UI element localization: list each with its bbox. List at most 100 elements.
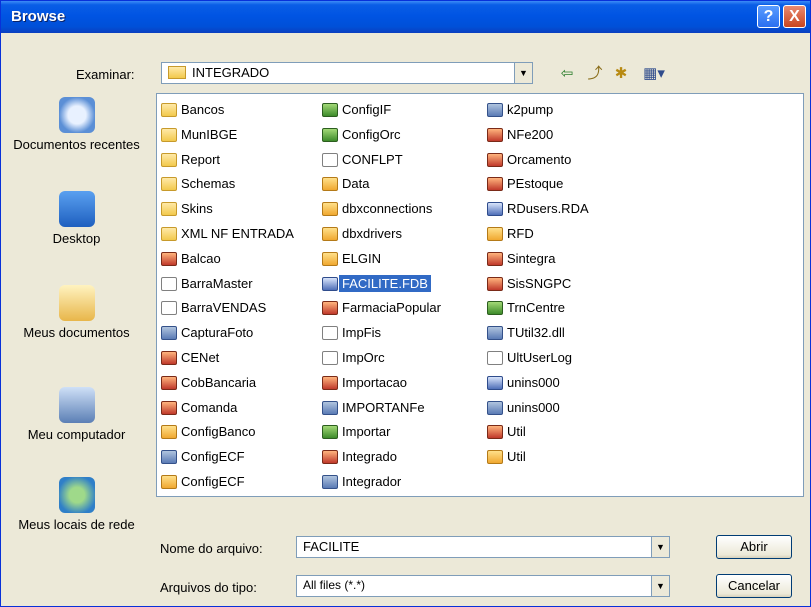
- file-item[interactable]: Importar: [320, 420, 441, 445]
- file-item[interactable]: Report: [159, 148, 294, 173]
- help-button[interactable]: ?: [757, 5, 780, 28]
- place-my-documents[interactable]: Meus documentos: [4, 285, 149, 341]
- file-icon: [161, 251, 177, 266]
- file-name: Skins: [181, 201, 213, 217]
- close-button[interactable]: X: [783, 5, 806, 28]
- file-item[interactable]: FarmaciaPopular: [320, 296, 441, 321]
- file-name: FACILITE.FDB: [339, 274, 431, 292]
- network-places-icon: [58, 477, 95, 513]
- chevron-down-icon[interactable]: ▼: [514, 63, 532, 83]
- filetype-dropdown[interactable]: All files (*.*) ▼: [296, 575, 670, 597]
- place-my-computer[interactable]: Meu computador: [4, 387, 149, 443]
- file-item[interactable]: XML NF ENTRADA: [159, 222, 294, 247]
- place-desktop[interactable]: Desktop: [4, 191, 149, 247]
- file-item[interactable]: Bancos: [159, 98, 294, 123]
- file-item[interactable]: Balcao: [159, 247, 294, 272]
- file-item[interactable]: CENet: [159, 346, 294, 371]
- file-name: Importar: [342, 424, 391, 440]
- file-item[interactable]: dbxdrivers: [320, 222, 441, 247]
- file-item[interactable]: TrnCentre: [485, 296, 589, 321]
- file-item[interactable]: SisSNGPC: [485, 272, 589, 297]
- file-item[interactable]: PEstoque: [485, 172, 589, 197]
- file-icon: [322, 276, 338, 291]
- file-item[interactable]: Integrador: [320, 470, 441, 495]
- file-item[interactable]: BarraMaster: [159, 272, 294, 297]
- back-icon[interactable]: ⇦: [557, 65, 577, 83]
- file-item[interactable]: Util: [485, 445, 589, 470]
- file-column-1: Bancos MunIBGE Report Schemas Skins XML NF EN…: [159, 98, 294, 495]
- file-item[interactable]: UltUserLog: [485, 346, 589, 371]
- file-name: unins000: [507, 374, 560, 390]
- file-item[interactable]: IMPORTANFe: [320, 396, 441, 421]
- file-item[interactable]: CONFLPT: [320, 148, 441, 173]
- place-network[interactable]: Meus locais de rede: [4, 477, 149, 533]
- view-menu-icon[interactable]: ▦▾: [639, 65, 669, 83]
- open-button[interactable]: Abrir: [716, 535, 792, 559]
- file-item[interactable]: TUtil32.dll: [485, 321, 589, 346]
- file-item[interactable]: k2pump: [485, 98, 589, 123]
- file-item[interactable]: Schemas: [159, 172, 294, 197]
- file-item[interactable]: ConfigECF: [159, 470, 294, 495]
- file-item[interactable]: CapturaFoto: [159, 321, 294, 346]
- file-icon: [487, 103, 503, 117]
- folder-icon: [161, 177, 177, 192]
- file-name: CONFLPT: [342, 151, 403, 167]
- lookin-dropdown[interactable]: INTEGRADO ▼: [161, 62, 533, 84]
- file-item[interactable]: RFD: [485, 222, 589, 247]
- file-item[interactable]: ConfigIF: [320, 98, 441, 123]
- file-name: Comanda: [181, 399, 238, 415]
- chevron-down-icon[interactable]: ▼: [651, 537, 669, 557]
- file-icon: [487, 400, 503, 415]
- file-item[interactable]: Sintegra: [485, 247, 589, 272]
- folder-icon: [161, 226, 177, 241]
- file-item[interactable]: RDusers.RDA: [485, 197, 589, 222]
- file-item[interactable]: NFe200: [485, 123, 589, 148]
- file-item[interactable]: ImpFis: [320, 321, 441, 346]
- folder-icon: [161, 202, 177, 217]
- file-icon: [322, 127, 338, 142]
- file-item[interactable]: Importacao: [320, 371, 441, 396]
- file-item[interactable]: ConfigECF: [159, 445, 294, 470]
- file-item[interactable]: ConfigBanco: [159, 420, 294, 445]
- filetype-label: Arquivos do tipo:: [160, 580, 257, 595]
- places-bar: Documentos recentes Desktop Meus documen…: [4, 89, 149, 601]
- file-icon: [487, 425, 503, 440]
- file-name: RDusers.RDA: [507, 201, 589, 217]
- up-folder-icon[interactable]: ⤴: [585, 65, 605, 83]
- new-folder-icon[interactable]: ✱: [611, 65, 631, 83]
- file-name: BarraMaster: [181, 275, 253, 291]
- file-name: XML NF ENTRADA: [181, 225, 294, 241]
- file-item[interactable]: FACILITE.FDB: [320, 272, 441, 297]
- file-item[interactable]: Util: [485, 420, 589, 445]
- file-item[interactable]: MunIBGE: [159, 123, 294, 148]
- chevron-down-icon[interactable]: ▼: [651, 576, 669, 596]
- filename-label: Nome do arquivo:: [160, 541, 263, 556]
- file-item[interactable]: ImpOrc: [320, 346, 441, 371]
- file-item[interactable]: Orcamento: [485, 148, 589, 173]
- file-item[interactable]: ELGIN: [320, 247, 441, 272]
- file-item[interactable]: Skins: [159, 197, 294, 222]
- title-bar[interactable]: Browse ? X: [1, 1, 810, 33]
- place-recent[interactable]: Documentos recentes: [4, 97, 149, 153]
- file-name: UltUserLog: [507, 349, 573, 365]
- file-name: CobBancaria: [181, 374, 257, 390]
- file-name: ImpFis: [342, 325, 381, 341]
- filename-input[interactable]: FACILITE ▼: [296, 536, 670, 558]
- cancel-button[interactable]: Cancelar: [716, 574, 792, 598]
- file-icon: [161, 425, 177, 440]
- file-item[interactable]: BarraVENDAS: [159, 296, 294, 321]
- file-item[interactable]: Integrado: [320, 445, 441, 470]
- file-icon: [487, 127, 503, 142]
- file-icon: [487, 350, 503, 365]
- file-item[interactable]: Data: [320, 172, 441, 197]
- file-name: CENet: [181, 349, 220, 365]
- file-item[interactable]: unins000: [485, 371, 589, 396]
- file-item[interactable]: Comanda: [159, 396, 294, 421]
- file-item[interactable]: dbxconnections: [320, 197, 441, 222]
- file-list[interactable]: Bancos MunIBGE Report Schemas Skins XML NF EN…: [156, 93, 804, 497]
- recent-documents-icon: [58, 97, 95, 133]
- file-item[interactable]: CobBancaria: [159, 371, 294, 396]
- file-name: MunIBGE: [181, 126, 238, 142]
- file-item[interactable]: ConfigOrc: [320, 123, 441, 148]
- file-item[interactable]: unins000: [485, 396, 589, 421]
